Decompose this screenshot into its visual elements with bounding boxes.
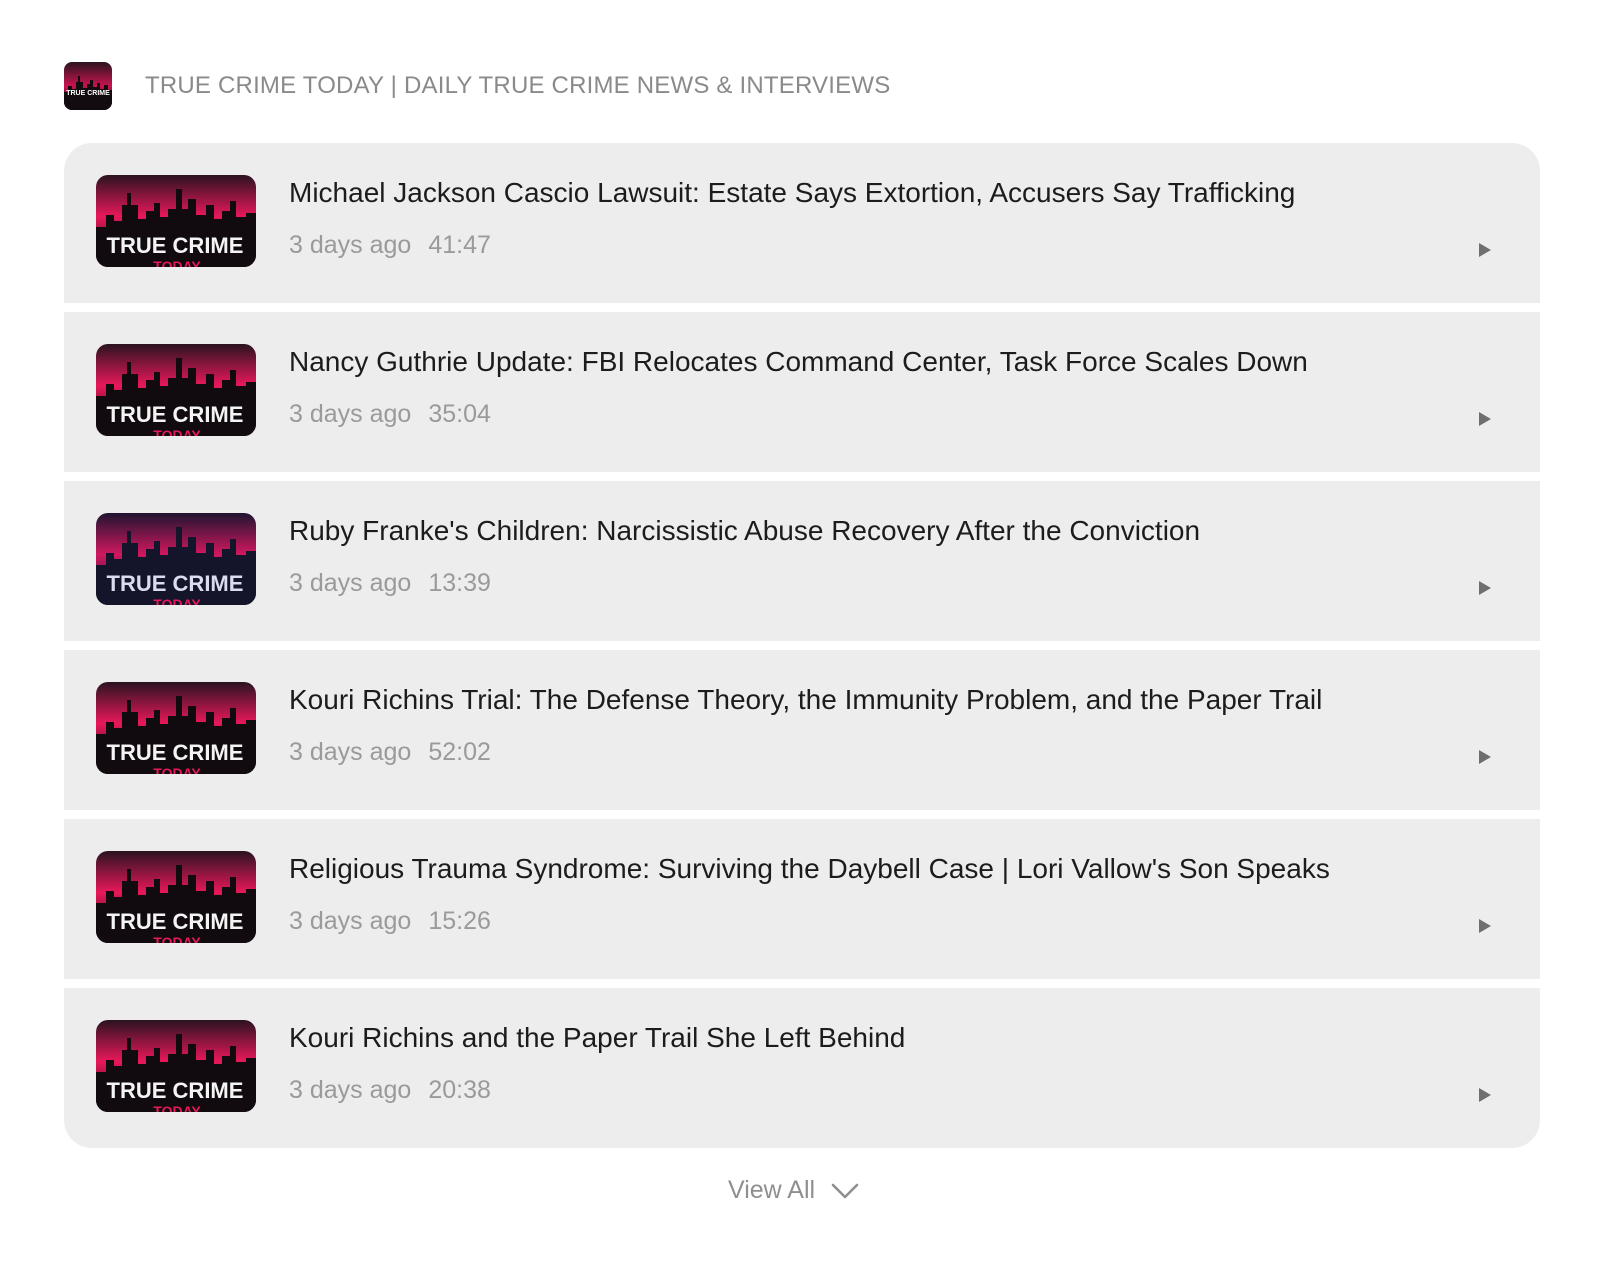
artwork-text: TRUE CRIME	[107, 909, 244, 934]
episode-artwork: TRUE CRIME TODAY	[96, 175, 256, 267]
episode-row[interactable]: TRUE CRIME TODAY Nancy Guthrie Update: F…	[64, 312, 1540, 472]
episode-date: 3 days ago	[289, 1076, 412, 1104]
play-icon	[1479, 750, 1491, 764]
episode-title[interactable]: Kouri Richins and the Paper Trail She Le…	[289, 1022, 1440, 1054]
episode-meta: 3 days ago 20:38	[289, 1076, 491, 1105]
episode-title[interactable]: Ruby Franke's Children: Narcissistic Abu…	[289, 515, 1440, 547]
artwork-text: TRUE CRIME	[107, 1078, 244, 1103]
podcast-header: TRUE CRIME TRUE CRIME TODAY | DAILY TRUE…	[64, 62, 890, 110]
episode-artwork: TRUE CRIME TODAY	[96, 1020, 256, 1112]
play-icon	[1479, 581, 1491, 595]
view-all-button[interactable]: View All	[728, 1176, 859, 1205]
play-button[interactable]	[1470, 404, 1500, 434]
play-icon	[1479, 919, 1491, 933]
episode-title[interactable]: Michael Jackson Cascio Lawsuit: Estate S…	[289, 177, 1440, 209]
artwork-text: TRUE CRIME	[107, 402, 244, 427]
podcast-episodes-page: TRUE CRIME TRUE CRIME TODAY | DAILY TRUE…	[0, 0, 1600, 1288]
play-button[interactable]	[1470, 911, 1500, 941]
artwork-text: TRUE CRIME	[107, 740, 244, 765]
episode-row[interactable]: TRUE CRIME TODAY Ruby Franke's Children:…	[64, 481, 1540, 641]
artwork-subtext: TODAY	[153, 427, 201, 436]
episode-meta: 3 days ago 35:04	[289, 400, 491, 429]
episode-date: 3 days ago	[289, 907, 412, 935]
artwork-subtext: TODAY	[153, 1103, 201, 1112]
episode-artwork: TRUE CRIME TODAY	[96, 851, 256, 943]
play-icon	[1479, 1088, 1491, 1102]
episode-duration: 13:39	[428, 569, 491, 597]
podcast-title[interactable]: TRUE CRIME TODAY | DAILY TRUE CRIME NEWS…	[145, 72, 890, 100]
episode-title[interactable]: Religious Trauma Syndrome: Surviving the…	[289, 853, 1440, 885]
play-button[interactable]	[1470, 573, 1500, 603]
episode-duration: 20:38	[428, 1076, 491, 1104]
episode-list: TRUE CRIME TODAY Michael Jackson Cascio …	[64, 143, 1540, 1148]
artwork-text: TRUE CRIME	[107, 233, 244, 258]
artwork-subtext: TODAY	[153, 596, 201, 605]
play-button[interactable]	[1470, 235, 1500, 265]
episode-duration: 15:26	[428, 907, 491, 935]
artwork-subtext: TODAY	[153, 765, 201, 774]
episode-title[interactable]: Nancy Guthrie Update: FBI Relocates Comm…	[289, 346, 1440, 378]
episode-artwork: TRUE CRIME TODAY	[96, 682, 256, 774]
podcast-artwork[interactable]: TRUE CRIME	[64, 62, 112, 110]
episode-duration: 52:02	[428, 738, 491, 766]
episode-title[interactable]: Kouri Richins Trial: The Defense Theory,…	[289, 684, 1440, 716]
episode-row[interactable]: TRUE CRIME TODAY Religious Trauma Syndro…	[64, 819, 1540, 979]
episode-artwork: TRUE CRIME TODAY	[96, 513, 256, 605]
episode-date: 3 days ago	[289, 400, 412, 428]
episode-meta: 3 days ago 13:39	[289, 569, 491, 598]
episode-meta: 3 days ago 41:47	[289, 231, 491, 260]
episode-date: 3 days ago	[289, 738, 412, 766]
artwork-text: TRUE CRIME	[107, 571, 244, 596]
artwork-subtext: TODAY	[153, 258, 201, 267]
episode-row[interactable]: TRUE CRIME TODAY Kouri Richins and the P…	[64, 988, 1540, 1148]
episode-date: 3 days ago	[289, 231, 412, 259]
play-button[interactable]	[1470, 1080, 1500, 1110]
episode-date: 3 days ago	[289, 569, 412, 597]
play-icon	[1479, 243, 1491, 257]
episode-duration: 41:47	[428, 231, 491, 259]
episode-artwork: TRUE CRIME TODAY	[96, 344, 256, 436]
play-icon	[1479, 412, 1491, 426]
header-artwork-text: TRUE CRIME	[66, 90, 110, 97]
episode-meta: 3 days ago 52:02	[289, 738, 491, 767]
chevron-down-icon	[831, 1183, 859, 1198]
episode-meta: 3 days ago 15:26	[289, 907, 491, 936]
play-button[interactable]	[1470, 742, 1500, 772]
episode-row[interactable]: TRUE CRIME TODAY Kouri Richins Trial: Th…	[64, 650, 1540, 810]
artwork-subtext: TODAY	[153, 934, 201, 943]
view-all-label: View All	[728, 1176, 816, 1204]
episode-duration: 35:04	[428, 400, 491, 428]
episode-row[interactable]: TRUE CRIME TODAY Michael Jackson Cascio …	[64, 143, 1540, 303]
